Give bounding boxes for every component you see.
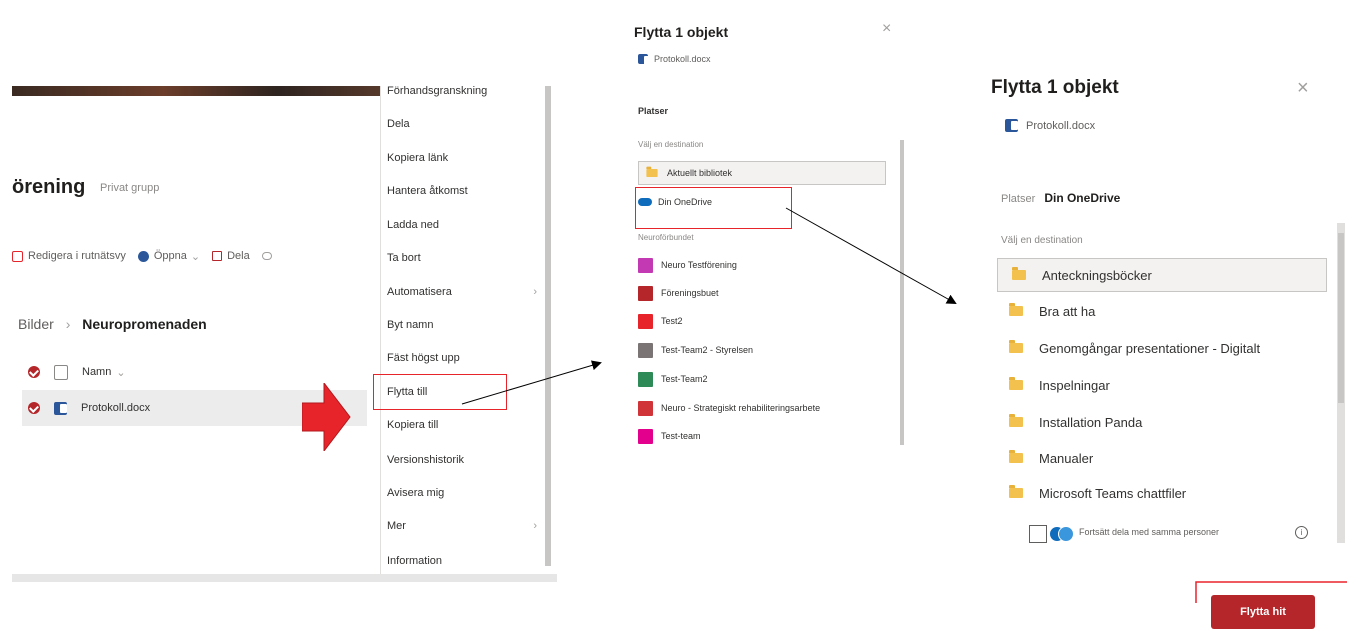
dialog-file: Protokoll.docx [1005,119,1095,132]
folder-option[interactable]: Anteckningsböcker [997,258,1327,292]
folder-option[interactable]: Microsoft Teams chattfiler [995,476,1328,510]
folder-label: Genomgångar presentationer - Digitalt [1039,340,1261,356]
dialog-title: Flytta 1 objekt [991,77,1119,98]
folder-option[interactable]: Bra att ha [995,294,1328,328]
choose-destination-label: Välj en destination [1001,235,1083,246]
folder-option[interactable]: Manualer [995,441,1328,475]
folder-option[interactable]: Genomgångar presentationer - Digitalt [995,331,1328,365]
folder-label: Manualer [1039,450,1094,466]
folder-option[interactable]: Installation Panda [995,405,1328,439]
folder-icon [1009,303,1023,316]
keep-sharing-label: Fortsätt dela med samma personer [1079,527,1220,537]
folder-option[interactable]: Inspelningar [995,368,1328,402]
keep-sharing-checkbox[interactable] [1029,525,1047,543]
people-avatars-icon [1049,526,1075,542]
folder-icon [1009,485,1023,498]
folder-label: Anteckningsböcker [1042,267,1152,283]
folder-icon [1009,340,1023,353]
close-icon[interactable]: × [1297,77,1309,100]
move-dialog-step2: Flytta 1 objekt × Protokoll.docx Platser… [985,55,1347,629]
folder-icon [1009,414,1023,427]
folder-label: Installation Panda [1039,414,1143,430]
dialog-file-name: Protokoll.docx [1026,119,1096,132]
info-icon[interactable]: i [1295,526,1308,539]
folder-icon [1009,377,1023,390]
word-doc-icon [1005,119,1018,132]
arrow-to-onedrive [785,207,957,304]
folder-label: Bra att ha [1039,303,1096,319]
dialog-scrollbar[interactable] [1337,223,1345,543]
places-value: Din OneDrive [1044,191,1121,205]
places-row: Platser Din OneDrive [1001,191,1120,205]
places-label: Platser [1001,193,1036,205]
arrow-to-dialog [461,360,602,405]
folder-icon [1012,267,1026,280]
folder-label: Inspelningar [1039,377,1110,393]
folder-label: Microsoft Teams chattfiler [1039,485,1187,501]
folder-icon [1009,450,1023,463]
highlight-move-button [1195,581,1347,603]
